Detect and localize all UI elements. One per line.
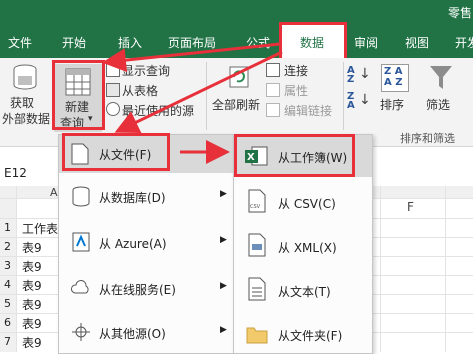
annotation-arrows: [102, 42, 283, 164]
arrow-to-from-file: [114, 50, 283, 134]
arrow-to-new-query: [102, 42, 281, 73]
